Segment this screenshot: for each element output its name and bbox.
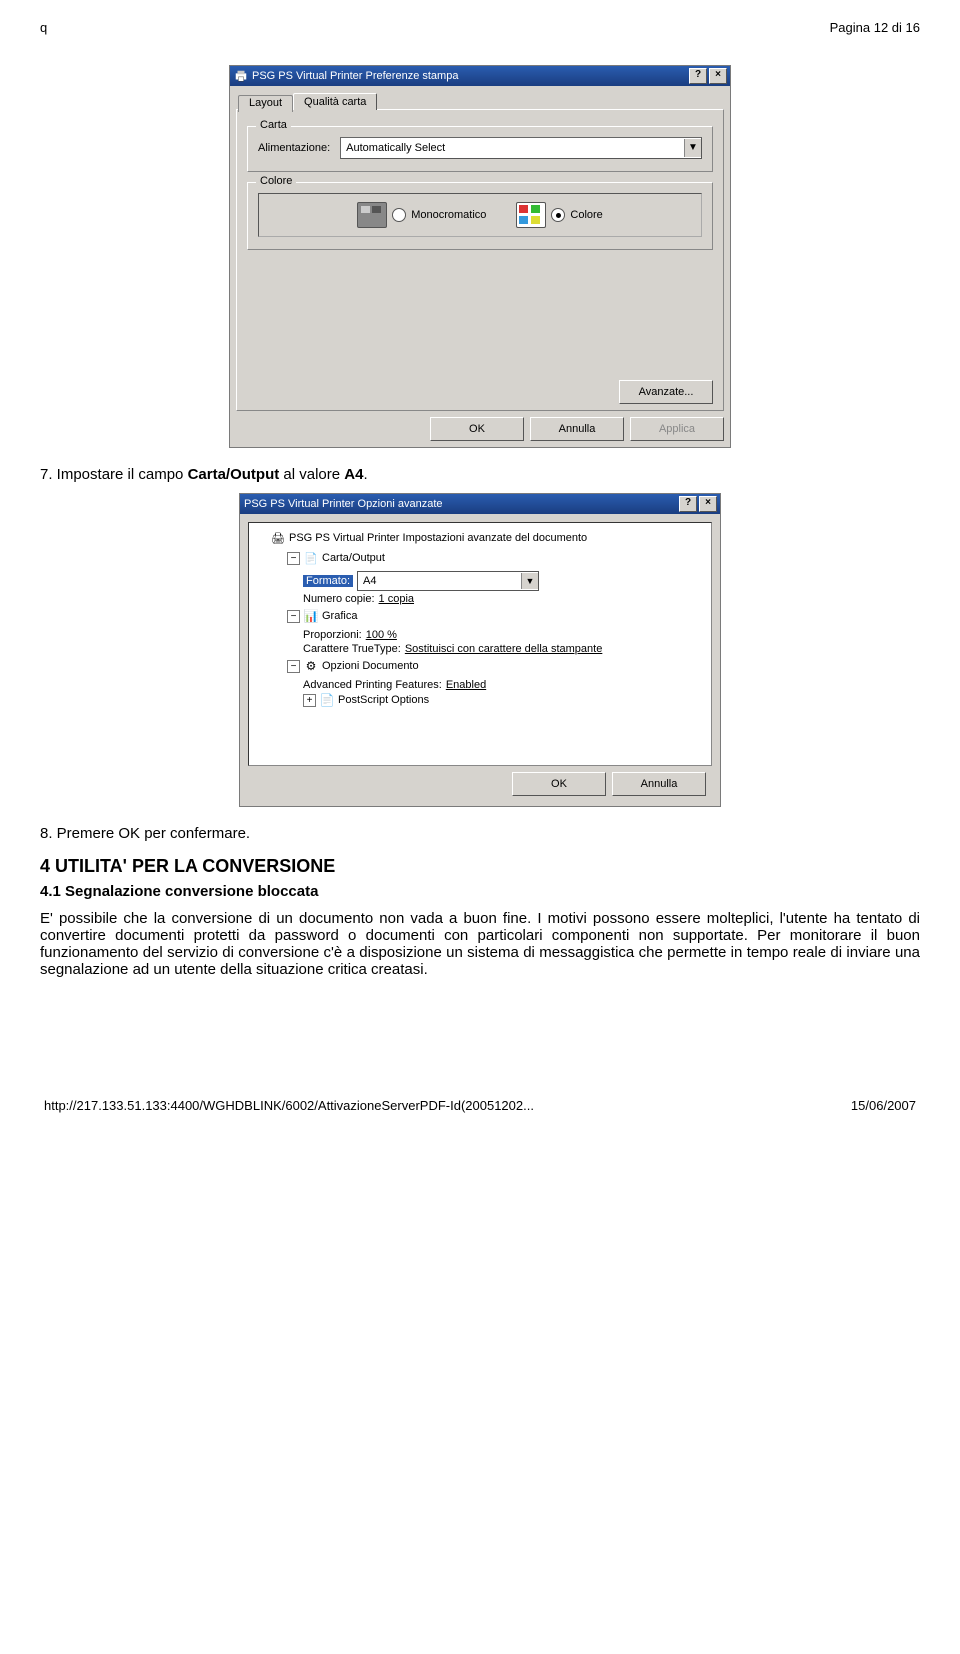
collapse-icon[interactable]: − — [287, 660, 300, 673]
printer-icon — [271, 531, 285, 545]
ok-button[interactable]: OK — [512, 772, 606, 796]
group-carta: Carta Alimentazione: Automatically Selec… — [247, 126, 713, 172]
tree-grafica[interactable]: Grafica — [322, 610, 357, 622]
feed-label: Alimentazione: — [258, 142, 330, 154]
radio-monochrome[interactable] — [392, 208, 406, 222]
tab-layout[interactable]: Layout — [238, 95, 293, 112]
tree-carta-output[interactable]: Carta/Output — [322, 552, 385, 564]
tab-paper-quality[interactable]: Qualità carta — [293, 93, 377, 110]
monochrome-icon — [357, 202, 387, 228]
tree-advprint-label[interactable]: Advanced Printing Features: — [303, 679, 442, 691]
tree-postscript[interactable]: PostScript Options — [338, 694, 429, 706]
page-header-left: q — [40, 20, 47, 35]
close-button[interactable]: × — [699, 496, 717, 512]
collapse-icon[interactable]: − — [287, 552, 300, 565]
postscript-icon: 📄 — [320, 693, 334, 707]
tree-root: PSG PS Virtual Printer Impostazioni avan… — [289, 532, 587, 544]
group-carta-legend: Carta — [256, 119, 291, 131]
page-header-right: Pagina 12 di 16 — [830, 20, 920, 35]
radio-color-label: Colore — [570, 209, 602, 221]
tree-opzioni-doc[interactable]: Opzioni Documento — [322, 660, 419, 672]
paragraph-4-1: E' possibile che la conversione di un do… — [40, 910, 920, 978]
footer-date: 15/06/2007 — [851, 1098, 916, 1113]
tree-truetype-value[interactable]: Sostituisci con carattere della stampant… — [405, 643, 603, 655]
print-preferences-dialog: PSG PS Virtual Printer Preferenze stampa… — [229, 65, 731, 448]
dialog1-titlebar[interactable]: PSG PS Virtual Printer Preferenze stampa… — [230, 66, 730, 86]
tree-proporzioni-value[interactable]: 100 % — [366, 629, 397, 641]
tree-advprint-value[interactable]: Enabled — [446, 679, 486, 691]
heading-section-4-1: 4.1 Segnalazione conversione bloccata — [40, 883, 920, 900]
apply-button[interactable]: Applica — [630, 417, 724, 441]
chevron-down-icon: ▼ — [684, 139, 701, 157]
help-button[interactable]: ? — [679, 496, 697, 512]
step-7: 7. Impostare il campo Carta/Output al va… — [40, 466, 920, 483]
chevron-down-icon: ▼ — [521, 573, 538, 589]
ok-button[interactable]: OK — [430, 417, 524, 441]
radio-monochrome-label: Monocromatico — [411, 209, 486, 221]
options-tree[interactable]: PSG PS Virtual Printer Impostazioni avan… — [248, 522, 712, 766]
tree-copie-label[interactable]: Numero copie: — [303, 593, 375, 605]
dialog2-titlebar[interactable]: PSG PS Virtual Printer Opzioni avanzate … — [240, 494, 720, 514]
tree-copie-value[interactable]: 1 copia — [379, 593, 414, 605]
cancel-button[interactable]: Annulla — [612, 772, 706, 796]
advanced-options-dialog: PSG PS Virtual Printer Opzioni avanzate … — [239, 493, 721, 807]
graphics-icon: 📊 — [304, 609, 318, 623]
heading-section-4: 4 UTILITA' PER LA CONVERSIONE — [40, 856, 920, 877]
feed-select-value: Automatically Select — [346, 142, 445, 154]
close-button[interactable]: × — [709, 68, 727, 84]
help-button[interactable]: ? — [689, 68, 707, 84]
folder-icon — [304, 551, 318, 565]
advanced-button[interactable]: Avanzate... — [619, 380, 713, 404]
group-colore: Colore Monocromatico Colore — [247, 182, 713, 250]
dialog1-title: PSG PS Virtual Printer Preferenze stampa — [252, 70, 458, 82]
options-icon: ⚙ — [304, 659, 318, 673]
tree-proporzioni-label[interactable]: Proporzioni: — [303, 629, 362, 641]
cancel-button[interactable]: Annulla — [530, 417, 624, 441]
formato-select[interactable]: A4 ▼ — [357, 571, 539, 591]
step-8: 8. Premere OK per confermare. — [40, 825, 920, 842]
collapse-icon[interactable]: − — [287, 610, 300, 623]
expand-icon[interactable]: + — [303, 694, 316, 707]
color-icon — [516, 202, 546, 228]
feed-select[interactable]: Automatically Select ▼ — [340, 137, 702, 159]
group-colore-legend: Colore — [256, 175, 296, 187]
tree-formato-label[interactable]: Formato: — [303, 575, 353, 587]
tree-truetype-label[interactable]: Carattere TrueType: — [303, 643, 401, 655]
radio-color[interactable] — [551, 208, 565, 222]
formato-value: A4 — [358, 575, 381, 587]
dialog2-title: PSG PS Virtual Printer Opzioni avanzate — [244, 498, 443, 510]
footer-url: http://217.133.51.133:4400/WGHDBLINK/600… — [44, 1098, 534, 1113]
printer-icon — [234, 69, 248, 83]
